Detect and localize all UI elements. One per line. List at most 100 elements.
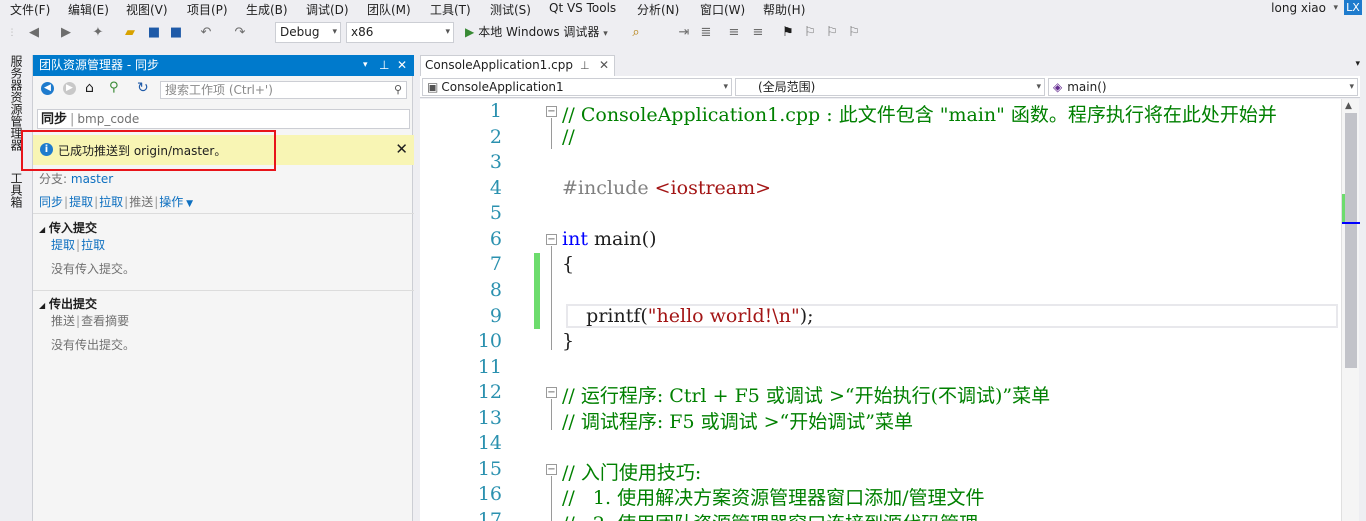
clear-bookmarks-icon[interactable]: ⚐ bbox=[846, 25, 862, 41]
menu-team[interactable]: 团队(M) bbox=[367, 1, 411, 18]
prev-bookmark-icon[interactable]: ⚐ bbox=[802, 25, 818, 41]
line-number: 6 bbox=[489, 228, 502, 250]
find-icon[interactable]: ⌕ bbox=[628, 25, 644, 41]
push-link[interactable]: 推送 bbox=[129, 195, 153, 209]
collapse-icon[interactable]: ◢ bbox=[39, 301, 45, 310]
member-dropdown[interactable]: ◈ main() ▾ bbox=[1048, 78, 1358, 96]
menu-window[interactable]: 窗口(W) bbox=[700, 1, 745, 18]
start-debugging-button[interactable]: ▶ 本地 Windows 调试器 ▾ bbox=[465, 22, 608, 43]
code-line-printf: printf("hello world!\n"); bbox=[562, 305, 814, 327]
sync-link[interactable]: 同步 bbox=[39, 195, 63, 209]
redo-icon[interactable]: ↷ bbox=[232, 25, 248, 41]
menu-file[interactable]: 文件(F) bbox=[10, 1, 50, 18]
forward-icon[interactable]: ▶ bbox=[58, 25, 74, 41]
incoming-empty-text: 没有传入提交。 bbox=[51, 262, 136, 276]
page-selector[interactable]: 同步|bmp_code ▾ bbox=[37, 109, 431, 129]
team-explorer-panel: 团队资源管理器 - 同步 ▾ ⊥ ✕ ◀ ▶ ⌂ ⚲ ↻ 搜索工作项 (Ctrl… bbox=[32, 55, 431, 521]
menu-debug[interactable]: 调试(D) bbox=[306, 1, 349, 18]
pin-icon[interactable]: ⊥ bbox=[379, 55, 389, 76]
menu-edit[interactable]: 编辑(E) bbox=[68, 1, 109, 18]
fetch-link[interactable]: 提取 bbox=[51, 238, 75, 252]
save-icon[interactable]: ■ bbox=[146, 25, 162, 41]
connect-icon[interactable]: ⚲ bbox=[109, 80, 119, 95]
incoming-actions: 提取|拉取 bbox=[51, 238, 106, 252]
menu-build[interactable]: 生成(B) bbox=[246, 1, 288, 18]
outgoing-actions: 推送|查看摘要 bbox=[51, 314, 130, 328]
project-icon: ▣ bbox=[427, 80, 439, 94]
undo-icon[interactable]: ↶ bbox=[198, 25, 214, 41]
menu-analyze[interactable]: 分析(N) bbox=[637, 1, 679, 18]
scrollbar-thumb[interactable] bbox=[1345, 113, 1357, 368]
menu-help[interactable]: 帮助(H) bbox=[763, 1, 805, 18]
collapse-icon[interactable]: − bbox=[546, 106, 557, 117]
line-number: 11 bbox=[477, 356, 502, 378]
collapse-icon[interactable]: − bbox=[546, 234, 557, 245]
forward-icon[interactable]: ▶ bbox=[63, 82, 76, 95]
collapse-icon[interactable]: − bbox=[546, 464, 557, 475]
pin-icon[interactable]: ⊥ bbox=[580, 56, 590, 75]
line-number: 17 bbox=[477, 509, 502, 521]
actions-menu[interactable]: 操作 bbox=[159, 195, 183, 209]
branch-link[interactable]: master bbox=[71, 172, 113, 186]
next-bookmark-icon[interactable]: ⚐ bbox=[824, 25, 840, 41]
tab-overflow-icon[interactable]: ▾ bbox=[1355, 59, 1360, 69]
incoming-title[interactable]: 传入提交 bbox=[49, 221, 97, 235]
team-search-input[interactable]: 搜索工作项 (Ctrl+') ⚲ bbox=[160, 81, 407, 99]
chevron-down-icon: ▾ bbox=[1349, 82, 1354, 92]
line-number: 10 bbox=[477, 330, 502, 352]
user-dropdown-icon[interactable]: ▾ bbox=[1333, 3, 1338, 13]
collapse-icon[interactable]: ◢ bbox=[39, 225, 45, 234]
file-tab[interactable]: ConsoleApplication1.cpp ⊥ ✕ bbox=[420, 55, 615, 76]
push-link[interactable]: 推送 bbox=[51, 314, 75, 328]
collapse-icon[interactable]: − bbox=[546, 387, 557, 398]
pull-link[interactable]: 拉取 bbox=[81, 238, 105, 252]
refresh-icon[interactable]: ↻ bbox=[137, 80, 149, 96]
platform-dropdown[interactable]: x86 ▾ bbox=[346, 22, 454, 43]
config-value: Debug bbox=[280, 25, 320, 39]
back-icon[interactable]: ◀ bbox=[41, 82, 54, 95]
sync-actions: 同步|提取|拉取|推送|操作 ▼ bbox=[39, 195, 194, 209]
line-number: 2 bbox=[489, 126, 502, 148]
menu-test[interactable]: 测试(S) bbox=[490, 1, 531, 18]
panel-menu-icon[interactable]: ▾ bbox=[363, 55, 368, 76]
scope-dropdown[interactable]: (全局范围) ▾ bbox=[735, 78, 1045, 96]
menu-view[interactable]: 视图(V) bbox=[126, 1, 168, 18]
panel-title: 团队资源管理器 - 同步 bbox=[39, 58, 159, 72]
close-icon[interactable]: ✕ bbox=[397, 55, 407, 76]
line-number: 4 bbox=[489, 177, 502, 199]
format-icon[interactable]: ≣ bbox=[698, 25, 714, 41]
code-editor[interactable]: 1 2 3 4 5 6 7 8 9 10 11 12 13 14 15 16 1… bbox=[420, 99, 1341, 521]
project-dropdown[interactable]: ▣ ConsoleApplication1 ▾ bbox=[422, 78, 732, 96]
user-name[interactable]: long xiao bbox=[1271, 1, 1326, 15]
editor-scrollbar[interactable]: ▲ bbox=[1341, 99, 1360, 521]
bookmark-icon[interactable]: ⚑ bbox=[780, 25, 796, 41]
user-avatar[interactable]: LX bbox=[1344, 0, 1362, 15]
save-all-icon[interactable]: ■ bbox=[168, 25, 184, 41]
config-dropdown[interactable]: Debug ▾ bbox=[275, 22, 341, 43]
fetch-link[interactable]: 提取 bbox=[69, 195, 93, 209]
code-line-brace: { bbox=[562, 253, 575, 275]
step-icon[interactable]: ⇥ bbox=[676, 25, 692, 41]
view-summary-link[interactable]: 查看摘要 bbox=[81, 314, 129, 328]
change-indicator bbox=[534, 253, 540, 329]
menu-tools[interactable]: 工具(T) bbox=[430, 1, 471, 18]
code-line-comment: // 运行程序: Ctrl + F5 或调试 >“开始执行(不调试)”菜单 bbox=[562, 385, 1051, 407]
team-explorer-titlebar: 团队资源管理器 - 同步 ▾ ⊥ ✕ bbox=[33, 55, 414, 76]
side-tool-tabs: 服务器资源管理器 工具箱 bbox=[0, 47, 30, 521]
menu-project[interactable]: 项目(P) bbox=[187, 1, 228, 18]
menu-qt-vs-tools[interactable]: Qt VS Tools bbox=[549, 1, 616, 15]
back-icon[interactable]: ◀ bbox=[26, 25, 42, 41]
close-notification-icon[interactable]: ✕ bbox=[395, 140, 408, 158]
new-project-icon[interactable]: ✦ bbox=[90, 25, 106, 41]
close-tab-icon[interactable]: ✕ bbox=[599, 56, 609, 75]
pull-link[interactable]: 拉取 bbox=[99, 195, 123, 209]
home-icon[interactable]: ⌂ bbox=[85, 80, 94, 96]
uncomment-icon[interactable]: ≡ bbox=[750, 25, 766, 41]
platform-value: x86 bbox=[351, 25, 374, 39]
toolbox-tab[interactable]: 工具箱 bbox=[8, 172, 25, 208]
project-value: ConsoleApplication1 bbox=[441, 80, 564, 94]
outgoing-title[interactable]: 传出提交 bbox=[49, 297, 97, 311]
open-file-icon[interactable]: ▰ bbox=[122, 25, 138, 41]
comment-icon[interactable]: ≡ bbox=[726, 25, 742, 41]
scroll-up-icon[interactable]: ▲ bbox=[1345, 101, 1352, 111]
